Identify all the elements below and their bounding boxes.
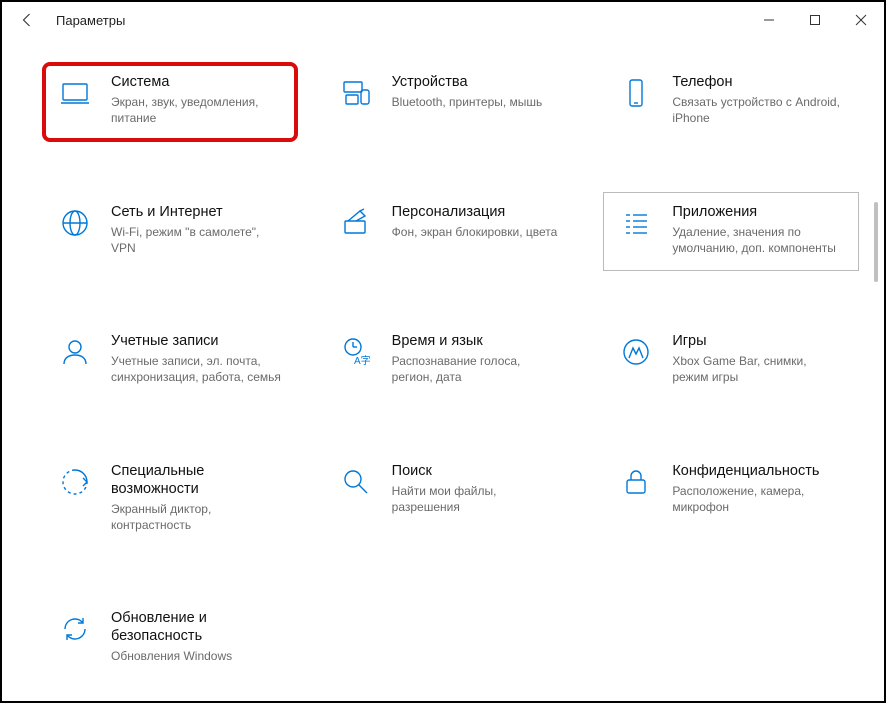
system-icon — [57, 75, 93, 111]
tile-desc: Учетные записи, эл. почта, синхронизация… — [111, 353, 283, 385]
apps-icon — [618, 205, 654, 241]
tile-title: Конфиденциальность — [672, 462, 844, 480]
tile-desc: Фон, экран блокировки, цвета — [392, 224, 558, 240]
tile-desc: Wi-Fi, режим "в самолете", VPN — [111, 224, 283, 256]
settings-content: Система Экран, звук, уведомления, питани… — [42, 62, 859, 691]
tile-title: Приложения — [672, 203, 844, 221]
close-button[interactable] — [838, 2, 884, 38]
tile-apps[interactable]: Приложения Удаление, значения по умолчан… — [603, 192, 859, 272]
tile-desc: Удаление, значения по умолчанию, доп. ко… — [672, 224, 844, 256]
tile-title: Персонализация — [392, 203, 558, 221]
privacy-icon — [618, 464, 654, 500]
scrollbar-thumb[interactable] — [874, 202, 878, 282]
tile-title: Игры — [672, 332, 844, 350]
tile-update[interactable]: Обновление и безопасность Обновления Win… — [42, 598, 298, 679]
tile-devices[interactable]: Устройства Bluetooth, принтеры, мышь — [323, 62, 579, 142]
tile-accounts[interactable]: Учетные записи Учетные записи, эл. почта… — [42, 321, 298, 401]
tile-desc: Найти мои файлы, разрешения — [392, 483, 564, 515]
tile-system[interactable]: Система Экран, звук, уведомления, питани… — [42, 62, 298, 142]
minimize-button[interactable] — [746, 2, 792, 38]
tile-title: Система — [111, 73, 283, 91]
tile-title: Время и язык — [392, 332, 564, 350]
back-button[interactable] — [16, 8, 40, 32]
easeofaccess-icon — [57, 464, 93, 500]
update-icon — [57, 611, 93, 647]
tile-desc: Связать устройство с Android, iPhone — [672, 94, 844, 126]
titlebar: Параметры — [2, 2, 884, 38]
maximize-button[interactable] — [792, 2, 838, 38]
window-title: Параметры — [56, 13, 125, 28]
tile-personalization[interactable]: Персонализация Фон, экран блокировки, цв… — [323, 192, 579, 272]
tile-title: Телефон — [672, 73, 844, 91]
tile-gaming[interactable]: Игры Xbox Game Bar, снимки, режим игры — [603, 321, 859, 401]
tile-desc: Распознавание голоса, регион, дата — [392, 353, 564, 385]
gaming-icon — [618, 334, 654, 370]
search-icon — [338, 464, 374, 500]
tile-time[interactable]: A字 Время и язык Распознавание голоса, ре… — [323, 321, 579, 401]
tile-network[interactable]: Сеть и Интернет Wi-Fi, режим "в самолете… — [42, 192, 298, 272]
tile-desc: Обновления Windows — [111, 648, 283, 664]
window-controls — [746, 2, 884, 38]
time-icon: A字 — [338, 334, 374, 370]
tile-title: Учетные записи — [111, 332, 283, 350]
personalization-icon — [338, 205, 374, 241]
tile-title: Обновление и безопасность — [111, 609, 283, 645]
tile-easeofaccess[interactable]: Специальные возможности Экранный диктор,… — [42, 451, 298, 549]
network-icon — [57, 205, 93, 241]
tile-desc: Bluetooth, принтеры, мышь — [392, 94, 543, 110]
devices-icon — [338, 75, 374, 111]
tile-title: Устройства — [392, 73, 543, 91]
accounts-icon — [57, 334, 93, 370]
tile-desc: Экран, звук, уведомления, питание — [111, 94, 283, 126]
tile-desc: Расположение, камера, микрофон — [672, 483, 844, 515]
tile-desc: Xbox Game Bar, снимки, режим игры — [672, 353, 844, 385]
tile-desc: Экранный диктор, контрастность — [111, 501, 283, 533]
tile-title: Поиск — [392, 462, 564, 480]
tile-privacy[interactable]: Конфиденциальность Расположение, камера,… — [603, 451, 859, 549]
phone-icon — [618, 75, 654, 111]
tile-title: Специальные возможности — [111, 462, 283, 498]
tile-search[interactable]: Поиск Найти мои файлы, разрешения — [323, 451, 579, 549]
tile-title: Сеть и Интернет — [111, 203, 283, 221]
tile-phone[interactable]: Телефон Связать устройство с Android, iP… — [603, 62, 859, 142]
svg-text:A字: A字 — [354, 354, 371, 367]
settings-grid: Система Экран, звук, уведомления, питани… — [42, 62, 859, 680]
settings-window: Параметры Система Экран, звук, уведомлен… — [0, 0, 886, 703]
